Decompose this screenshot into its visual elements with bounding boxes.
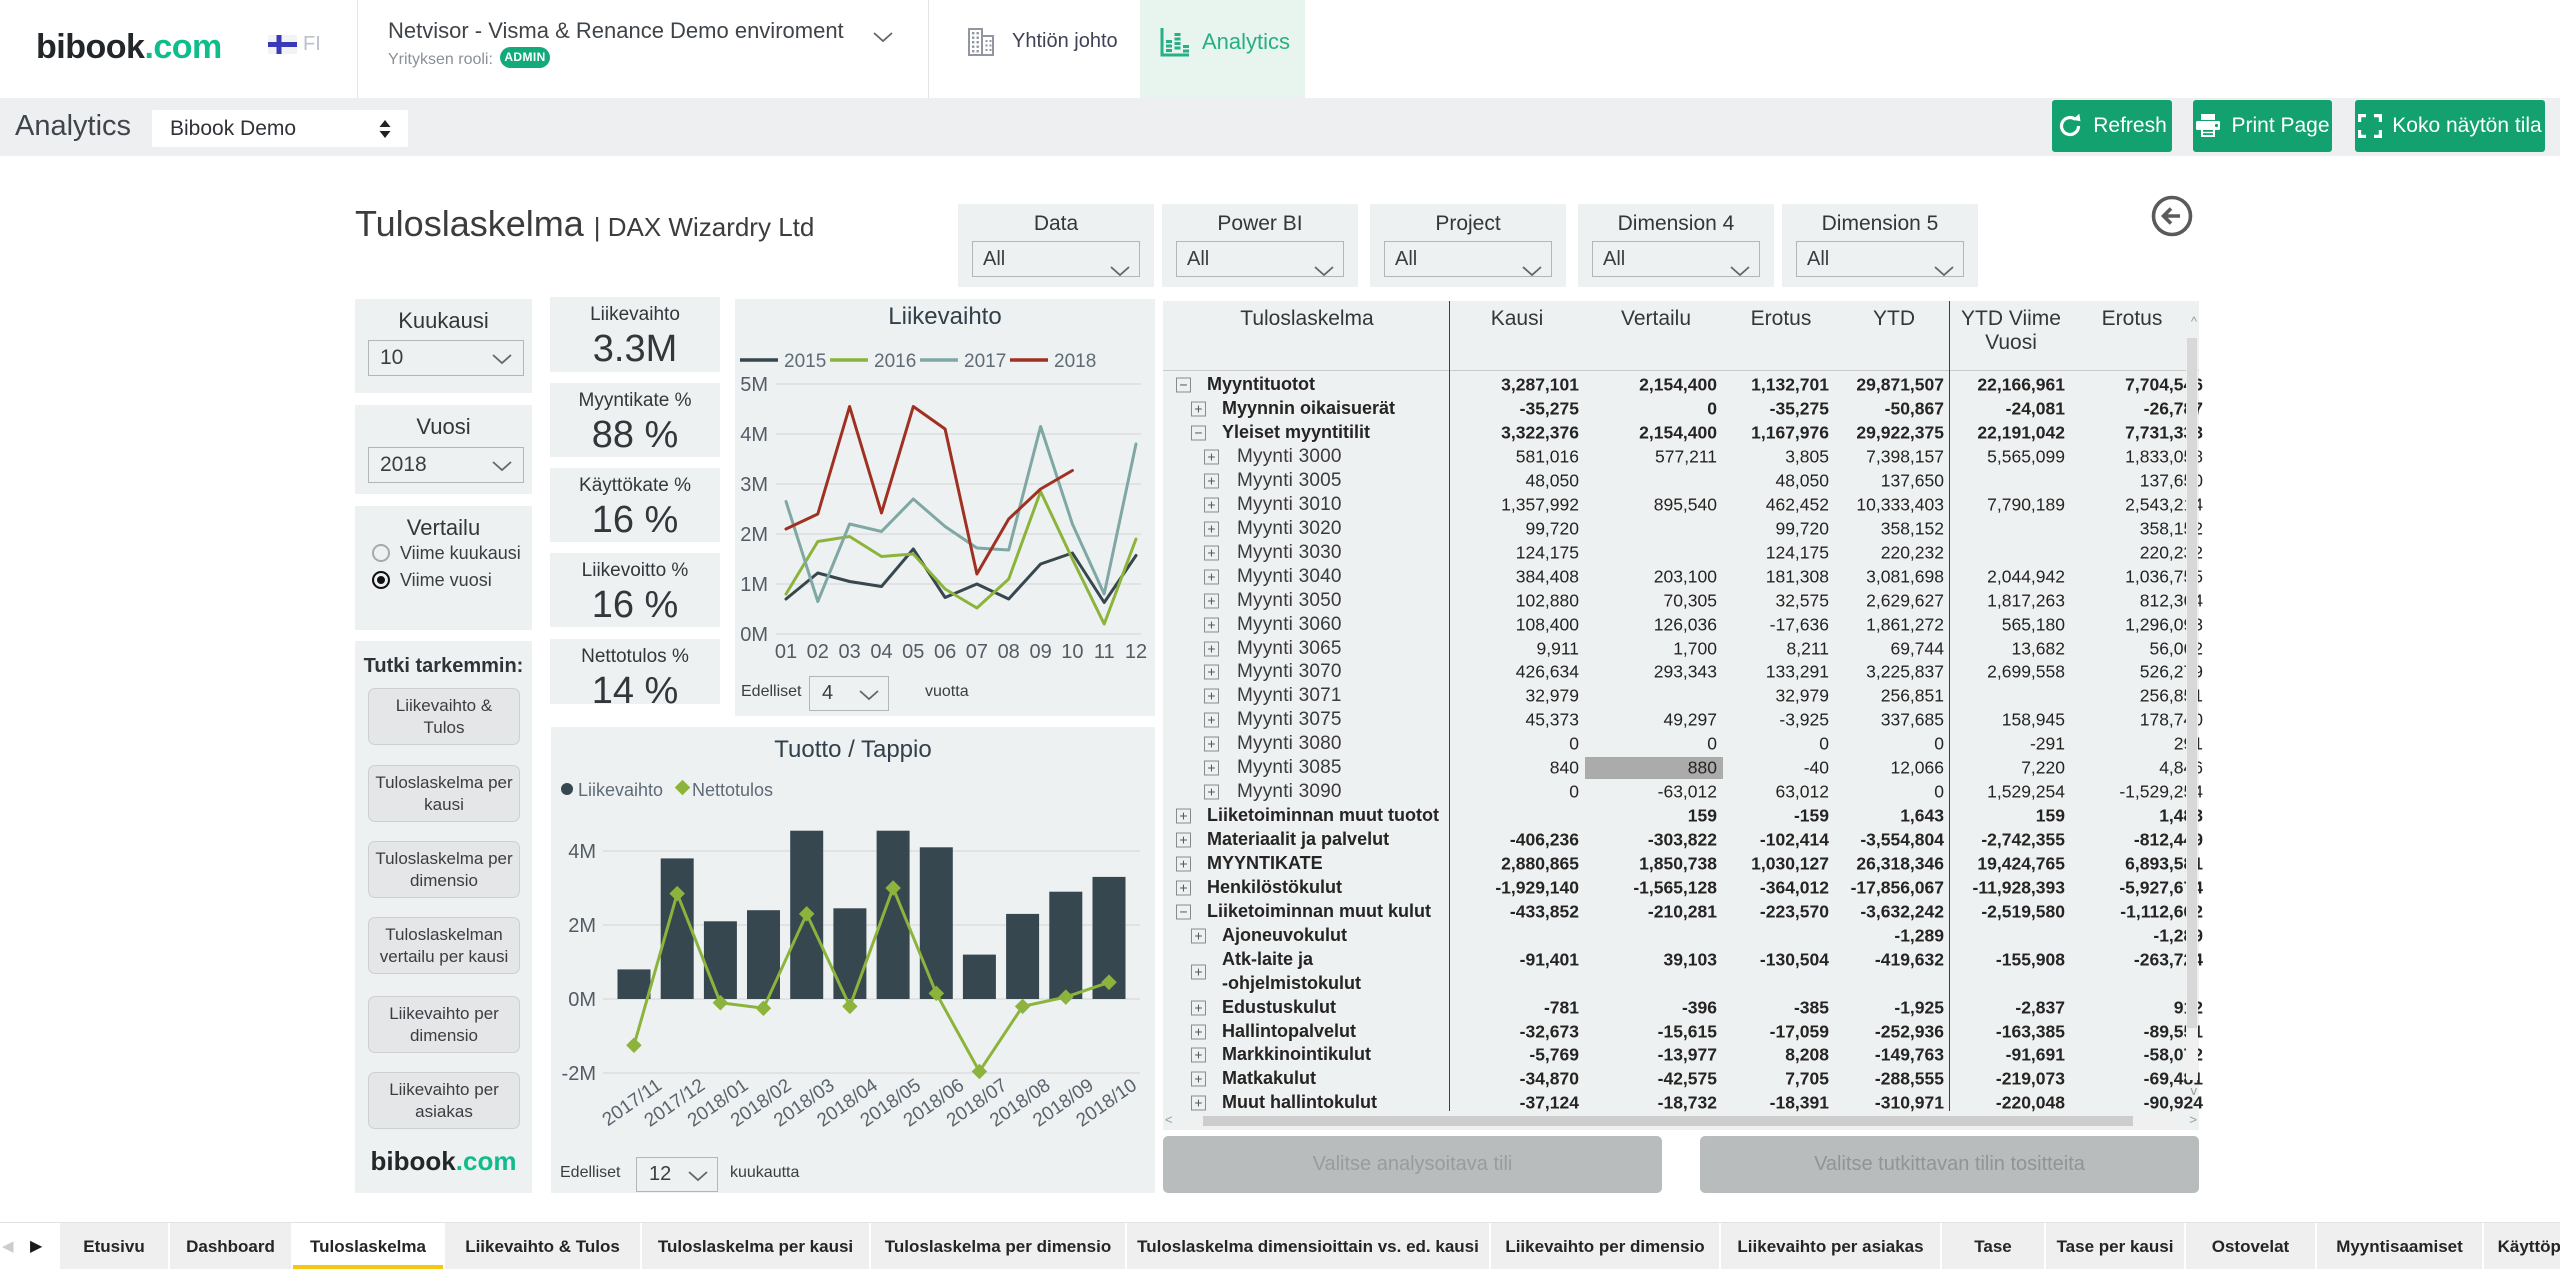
svg-text:2018: 2018 <box>1054 351 1096 372</box>
svg-text:08: 08 <box>998 641 1020 663</box>
svg-text:Nettotulos: Nettotulos <box>692 780 773 800</box>
svg-text:12: 12 <box>1125 641 1147 663</box>
svg-text:Liikevaihto: Liikevaihto <box>578 780 663 800</box>
svg-text:2015: 2015 <box>784 351 826 372</box>
svg-text:-2M: -2M <box>562 1063 596 1085</box>
svg-text:2016: 2016 <box>874 351 916 372</box>
svg-text:06: 06 <box>934 641 956 663</box>
svg-text:05: 05 <box>902 641 924 663</box>
svg-text:4M: 4M <box>568 841 596 863</box>
svg-text:2017: 2017 <box>964 351 1006 372</box>
svg-text:11: 11 <box>1094 641 1115 663</box>
svg-text:0M: 0M <box>568 989 596 1011</box>
svg-text:04: 04 <box>870 641 892 663</box>
svg-text:Liikevaihto: Liikevaihto <box>888 303 1001 330</box>
svg-text:5M: 5M <box>740 374 768 396</box>
svg-text:4M: 4M <box>740 424 768 446</box>
svg-text:02: 02 <box>807 641 829 663</box>
svg-text:3M: 3M <box>740 474 768 496</box>
svg-text:2M: 2M <box>740 524 768 546</box>
svg-text:10: 10 <box>1061 641 1083 663</box>
svg-text:03: 03 <box>838 641 860 663</box>
svg-text:1M: 1M <box>740 574 768 596</box>
svg-text:2M: 2M <box>568 915 596 937</box>
svg-text:09: 09 <box>1029 641 1051 663</box>
svg-text:07: 07 <box>966 641 988 663</box>
svg-text:0M: 0M <box>740 624 768 646</box>
svg-text:Tuotto / Tappio: Tuotto / Tappio <box>774 736 931 763</box>
svg-text:01: 01 <box>775 641 797 663</box>
